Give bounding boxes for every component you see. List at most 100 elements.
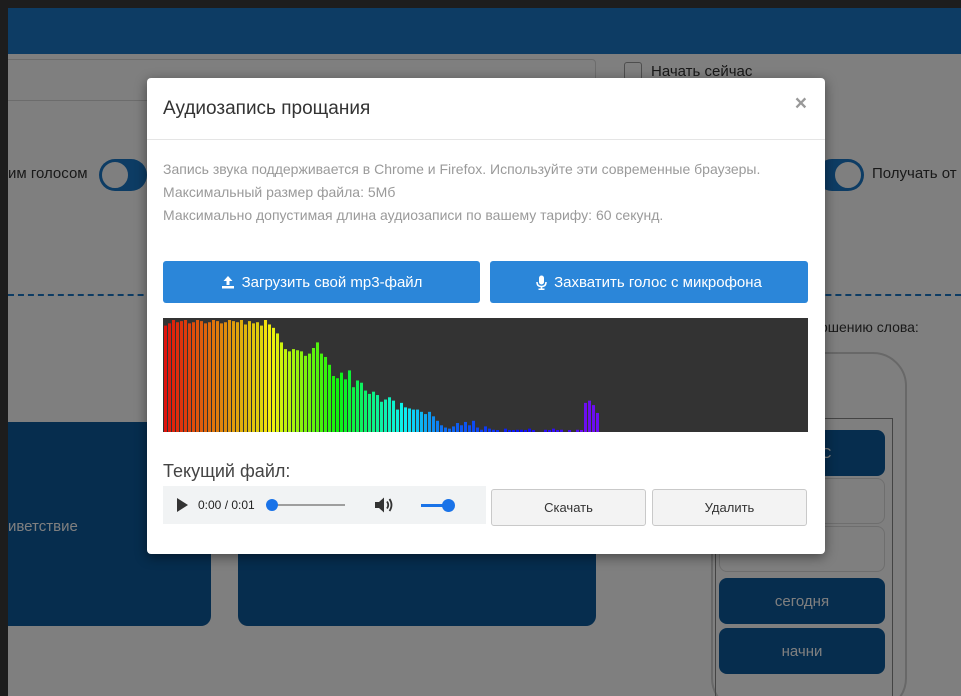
visualizer-bar — [452, 426, 455, 432]
visualizer-bar — [232, 321, 235, 432]
visualizer-bar — [492, 429, 495, 432]
visualizer-bar — [284, 349, 287, 432]
visualizer-bar — [488, 428, 491, 432]
visualizer-bar — [552, 428, 555, 432]
visualizer-bar — [456, 423, 459, 432]
visualizer-bar — [444, 427, 447, 432]
mic-button-label: Захватить голос с микрофона — [554, 273, 762, 291]
visualizer-bar — [184, 320, 187, 432]
visualizer-bar — [292, 349, 295, 432]
visualizer-bar — [544, 429, 547, 432]
record-microphone-button[interactable]: Захватить голос с микрофона — [490, 261, 808, 303]
visualizer-bar — [496, 430, 499, 432]
visualizer-bar — [312, 348, 315, 432]
visualizer-bar — [548, 430, 551, 432]
visualizer-bar — [176, 322, 179, 432]
visualizer-bar — [480, 429, 483, 432]
visualizer-bar — [256, 322, 259, 432]
visualizer-bar — [516, 429, 519, 432]
visualizer-bar — [388, 397, 391, 432]
visualizer-bar — [296, 350, 299, 432]
visualizer-bar — [580, 430, 583, 432]
visualizer-bar — [376, 395, 379, 432]
microphone-icon — [536, 275, 547, 290]
download-button[interactable]: Скачать — [491, 489, 646, 526]
visualizer-bar — [288, 351, 291, 432]
max-file-size-text: Максимальный размер файла: 5Мб — [163, 184, 396, 200]
visualizer-bar — [588, 400, 591, 432]
visualizer-bars — [164, 320, 599, 432]
upload-mp3-button[interactable]: Загрузить свой mp3-файл — [163, 261, 480, 303]
visualizer-bar — [368, 393, 371, 432]
upload-icon — [221, 276, 234, 289]
visualizer-bar — [320, 353, 323, 432]
visualizer-bar — [188, 323, 191, 432]
visualizer-bar — [460, 425, 463, 432]
visualizer-bar — [424, 414, 427, 432]
volume-handle[interactable] — [441, 498, 455, 512]
visualizer-bar — [448, 428, 451, 432]
visualizer-bar — [560, 429, 563, 432]
visualizer-bar — [248, 321, 251, 432]
visualizer-bar — [204, 323, 207, 432]
visualizer-bar — [228, 320, 231, 432]
visualizer-bar — [476, 427, 479, 432]
visualizer-bar — [316, 342, 319, 432]
visualizer-bar — [192, 322, 195, 432]
visualizer-bar — [164, 325, 167, 432]
visualizer-bar — [172, 320, 175, 432]
visualizer-bar — [348, 370, 351, 432]
visualizer-bar — [504, 428, 507, 432]
visualizer-bar — [392, 400, 395, 432]
visualizer-bar — [332, 376, 335, 432]
audio-recording-modal: Аудиозапись прощания × Запись звука подд… — [147, 78, 825, 554]
visualizer-bar — [380, 401, 383, 432]
visualizer-bar — [416, 409, 419, 432]
visualizer-bar — [244, 324, 247, 432]
visualizer-bar — [272, 327, 275, 432]
close-icon[interactable]: × — [795, 92, 807, 116]
visualizer-bar — [308, 353, 311, 432]
visualizer-bar — [384, 399, 387, 432]
visualizer-bar — [372, 391, 375, 432]
audio-player[interactable]: 0:00 / 0:01 — [163, 486, 486, 524]
visualizer-bar — [484, 426, 487, 432]
progress-handle[interactable] — [265, 499, 278, 511]
visualizer-bar — [220, 323, 223, 432]
visualizer-bar — [324, 356, 327, 432]
visualizer-bar — [280, 342, 283, 432]
player-time: 0:00 / 0:01 — [198, 498, 255, 512]
visualizer-bar — [472, 420, 475, 432]
visualizer-bar — [168, 323, 171, 432]
visualizer-bar — [412, 409, 415, 432]
progress-slider[interactable] — [265, 499, 345, 511]
visualizer-bar — [328, 364, 331, 432]
visualizer-bar — [356, 380, 359, 432]
play-icon[interactable] — [177, 498, 188, 512]
visualizer-bar — [216, 321, 219, 432]
visualizer-bar — [408, 408, 411, 432]
visualizer-bar — [276, 333, 279, 432]
visualizer-bar — [432, 416, 435, 432]
volume-icon[interactable] — [373, 495, 395, 515]
visualizer-bar — [352, 387, 355, 432]
visualizer-bar — [532, 430, 535, 432]
volume-slider[interactable] — [420, 498, 455, 512]
visualizer-bar — [208, 322, 211, 432]
visualizer-bar — [336, 378, 339, 432]
visualizer-bar — [508, 430, 511, 432]
visualizer-bar — [240, 320, 243, 432]
visualizer-bar — [344, 379, 347, 432]
visualizer-bar — [196, 320, 199, 432]
visualizer-bar — [596, 412, 599, 432]
visualizer-bar — [556, 430, 559, 432]
visualizer-bar — [364, 390, 367, 432]
visualizer-bar — [428, 411, 431, 432]
visualizer-bar — [420, 411, 423, 432]
visualizer-bar — [568, 430, 571, 432]
visualizer-bar — [464, 421, 467, 432]
visualizer-bar — [468, 425, 471, 432]
modal-info: Запись звука поддерживается в Chrome и F… — [163, 158, 793, 227]
delete-button[interactable]: Удалить — [652, 489, 807, 526]
visualizer-bar — [576, 429, 579, 432]
